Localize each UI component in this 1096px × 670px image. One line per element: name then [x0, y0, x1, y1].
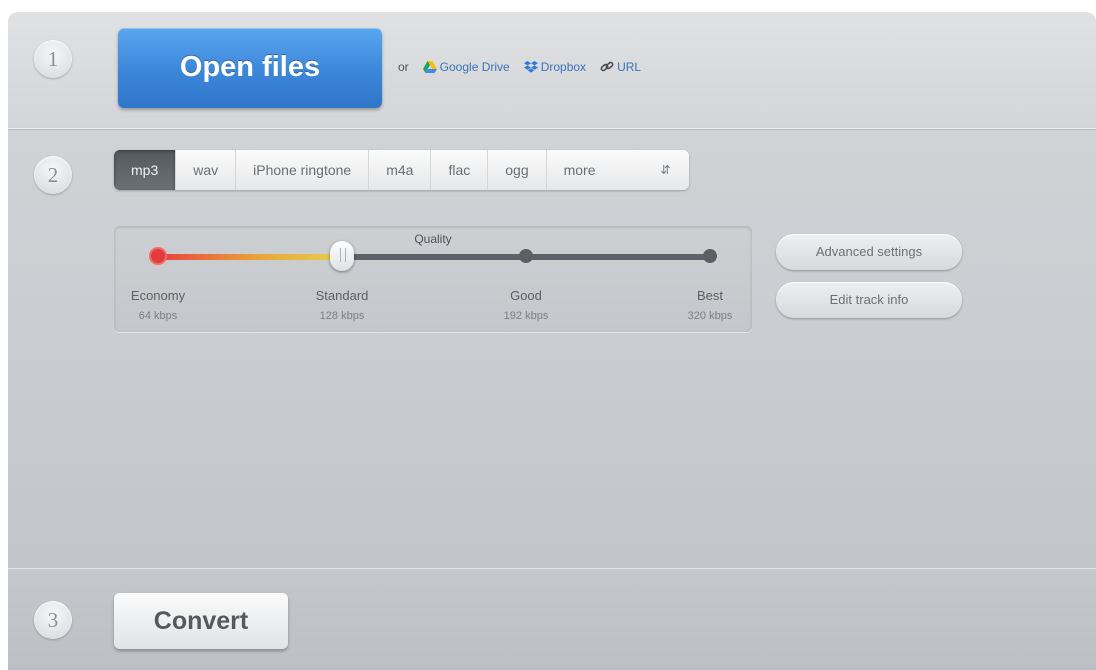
quality-slider-handle[interactable] — [330, 241, 354, 271]
converter-panel: 1 Open files or Google Drive Dropbox URL… — [8, 12, 1096, 670]
tab-ogg[interactable]: ogg — [488, 150, 547, 190]
step-open-section: 1 Open files or Google Drive Dropbox URL — [8, 12, 1096, 129]
dropbox-icon — [523, 61, 538, 73]
step-format-section: 2 mp3 wav iPhone ringtone m4a flac ogg m… — [8, 130, 1096, 568]
step-number-1: 1 — [34, 40, 72, 78]
quality-stop-economy[interactable] — [151, 249, 165, 263]
tab-wav[interactable]: wav — [176, 150, 237, 190]
quality-level-bitrate: 192 kbps — [503, 310, 549, 322]
more-formats-label: more — [563, 162, 596, 178]
dropbox-label: Dropbox — [540, 60, 587, 74]
or-label: or — [398, 60, 409, 74]
url-label: URL — [617, 60, 642, 74]
google-drive-label: Google Drive — [439, 60, 510, 74]
quality-level-bitrate: 128 kbps — [319, 310, 365, 322]
quality-level-bitrate: 320 kbps — [687, 310, 733, 322]
step-convert-section: 3 Convert — [8, 568, 1096, 670]
file-sources: or Google Drive Dropbox URL — [398, 60, 641, 74]
quality-stop-good[interactable] — [519, 249, 533, 263]
google-drive-link[interactable]: Google Drive — [422, 60, 510, 74]
quality-stop-best[interactable] — [703, 249, 717, 263]
open-files-button[interactable]: Open files — [118, 28, 382, 108]
url-link[interactable]: URL — [600, 60, 641, 74]
convert-button[interactable]: Convert — [114, 593, 288, 649]
step-number-3: 3 — [34, 601, 72, 639]
step-number-2: 2 — [34, 156, 72, 194]
tab-m4a[interactable]: m4a — [369, 150, 432, 190]
format-tabs: mp3 wav iPhone ringtone m4a flac ogg mor… — [114, 150, 689, 190]
dropbox-link[interactable]: Dropbox — [523, 60, 587, 74]
quality-slider-track[interactable] — [158, 254, 710, 260]
quality-level-name: Good — [510, 288, 542, 303]
quality-level-bitrate: 64 kbps — [138, 310, 178, 322]
tab-flac[interactable]: flac — [431, 150, 489, 190]
quality-label: Quality — [414, 232, 452, 246]
google-drive-icon — [422, 61, 437, 73]
quality-level-name: Standard — [315, 288, 369, 303]
quality-slider-fill — [158, 254, 342, 260]
quality-slider-box: Quality Economy 64 kbps Standard 128 kbps Go… — [114, 226, 752, 332]
advanced-settings-button[interactable]: Advanced settings — [776, 234, 962, 270]
tab-iphone-ringtone[interactable]: iPhone ringtone — [236, 150, 370, 190]
up-down-arrows-icon: ⇵ — [660, 163, 671, 177]
edit-track-info-button[interactable]: Edit track info — [776, 282, 962, 318]
tab-mp3[interactable]: mp3 — [114, 150, 177, 190]
quality-level-name: Economy — [130, 288, 186, 303]
quality-level-name: Best — [696, 288, 724, 303]
link-icon — [600, 61, 614, 72]
more-formats-select[interactable]: more ⇵ — [547, 150, 689, 190]
